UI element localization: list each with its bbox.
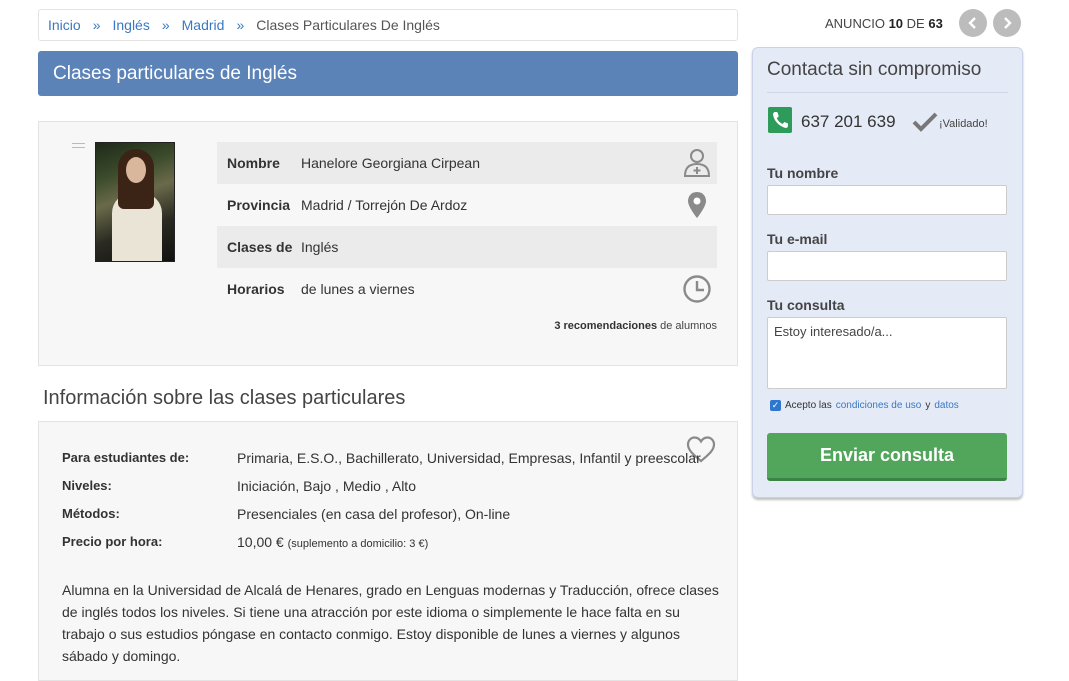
profile-value: Madrid / Torrejón De Ardoz bbox=[301, 197, 468, 213]
breadcrumb: Inicio » Inglés » Madrid » Clases Partic… bbox=[38, 9, 738, 41]
phone-number[interactable]: 637 201 639 bbox=[801, 112, 896, 132]
breadcrumb-separator: » bbox=[92, 17, 101, 33]
clock-icon bbox=[683, 275, 711, 303]
recommendations: 3 recomendaciones de alumnos bbox=[217, 320, 717, 332]
breadcrumb-current: Clases Particulares De Inglés bbox=[256, 17, 440, 33]
detail-label: Precio por hora: bbox=[62, 534, 163, 549]
accept-text: Acepto las bbox=[785, 400, 832, 411]
profile-value: de lunes a viernes bbox=[301, 281, 415, 297]
ad-counter-current: 10 bbox=[888, 15, 904, 31]
validated-label: ¡Validado! bbox=[939, 118, 988, 130]
divider bbox=[767, 92, 1008, 93]
price-note: (suplemento a domicilio: 3 €) bbox=[287, 538, 429, 550]
detail-row-price: Precio por hora: 10,00 € (suplemento a d… bbox=[62, 534, 428, 550]
detail-row-levels: Niveles: Iniciación, Bajo , Medio , Alto bbox=[62, 478, 416, 494]
contact-title: Contacta sin compromiso bbox=[767, 59, 982, 80]
data-link[interactable]: datos bbox=[934, 400, 958, 411]
ad-counter-total: 63 bbox=[928, 15, 943, 31]
accept-terms: ✓ Acepto las condiciones de uso y datos bbox=[770, 400, 959, 411]
ad-navigation: ANUNCIO 10 DE 63 bbox=[825, 8, 1021, 38]
profile-card: Nombre Hanelore Georgiana Cirpean Provin… bbox=[38, 121, 738, 366]
detail-value: Iniciación, Bajo , Medio , Alto bbox=[237, 478, 416, 494]
profile-label: Horarios bbox=[227, 281, 285, 297]
name-input[interactable] bbox=[767, 185, 1007, 215]
terms-link[interactable]: condiciones de uso bbox=[836, 400, 922, 411]
section-title: Información sobre las clases particulare… bbox=[43, 387, 406, 409]
price-value: 10,00 € bbox=[237, 534, 284, 550]
profile-label: Nombre bbox=[227, 155, 280, 171]
profile-row-clases: Clases de Inglés bbox=[217, 226, 717, 268]
breadcrumb-separator: » bbox=[161, 17, 170, 33]
phone-icon bbox=[768, 107, 792, 133]
page-title: Clases particulares de Inglés bbox=[38, 51, 738, 96]
detail-value: Primaria, E.S.O., Bachillerato, Universi… bbox=[237, 450, 701, 466]
ad-counter-of: DE bbox=[906, 15, 925, 31]
profile-row-nombre: Nombre Hanelore Georgiana Cirpean bbox=[217, 142, 717, 184]
email-label: Tu e-mail bbox=[767, 231, 828, 247]
detail-label: Para estudiantes de: bbox=[62, 450, 190, 465]
user-icon bbox=[683, 149, 711, 177]
recommendations-suffix: de alumnos bbox=[660, 320, 717, 332]
ad-counter-prefix: ANUNCIO bbox=[825, 15, 885, 31]
check-icon bbox=[912, 112, 938, 132]
profile-label: Clases de bbox=[227, 239, 293, 255]
detail-value: Presenciales (en casa del profesor), On-… bbox=[237, 506, 511, 522]
send-query-button[interactable]: Enviar consulta bbox=[767, 433, 1007, 481]
previous-ad-button[interactable] bbox=[958, 9, 987, 37]
recommendations-count: 3 recomendaciones bbox=[554, 320, 658, 332]
name-label: Tu nombre bbox=[767, 165, 839, 181]
next-ad-button[interactable] bbox=[992, 9, 1021, 37]
chevron-left-icon bbox=[968, 17, 976, 29]
query-label: Tu consulta bbox=[767, 297, 845, 313]
accept-and: y bbox=[925, 400, 931, 411]
profile-row-provincia: Provincia Madrid / Torrejón De Ardoz bbox=[217, 184, 717, 226]
detail-row-students: Para estudiantes de: Primaria, E.S.O., B… bbox=[62, 450, 701, 466]
photo-decoration bbox=[72, 143, 85, 148]
class-details: Para estudiantes de: Primaria, E.S.O., B… bbox=[38, 421, 738, 681]
class-description: Alumna en la Universidad de Alcalá de He… bbox=[62, 582, 719, 664]
map-pin-icon bbox=[688, 192, 706, 218]
profile-label: Provincia bbox=[227, 197, 291, 213]
breadcrumb-ingles[interactable]: Inglés bbox=[112, 17, 149, 33]
teacher-photo[interactable] bbox=[95, 142, 175, 262]
detail-label: Niveles: bbox=[62, 478, 112, 493]
chevron-right-icon bbox=[1003, 17, 1012, 29]
accept-checkbox[interactable]: ✓ bbox=[770, 400, 781, 411]
profile-value: Inglés bbox=[301, 239, 339, 255]
contact-panel: Contacta sin compromiso 637 201 639 ¡Val… bbox=[752, 47, 1023, 498]
breadcrumb-separator: » bbox=[236, 17, 245, 33]
breadcrumb-inicio[interactable]: Inicio bbox=[48, 17, 81, 33]
detail-value: 10,00 € (suplemento a domicilio: 3 €) bbox=[237, 534, 428, 550]
email-input[interactable] bbox=[767, 251, 1007, 281]
query-textarea[interactable]: Estoy interesado/a... bbox=[767, 317, 1007, 389]
profile-value: Hanelore Georgiana Cirpean bbox=[301, 155, 480, 171]
profile-info-table: Nombre Hanelore Georgiana Cirpean Provin… bbox=[217, 142, 717, 310]
detail-row-methods: Métodos: Presenciales (en casa del profe… bbox=[62, 506, 510, 522]
ad-counter: ANUNCIO 10 DE 63 bbox=[825, 16, 943, 31]
detail-label: Métodos: bbox=[62, 506, 120, 521]
breadcrumb-madrid[interactable]: Madrid bbox=[182, 17, 225, 33]
profile-row-horarios: Horarios de lunes a viernes bbox=[217, 268, 717, 310]
